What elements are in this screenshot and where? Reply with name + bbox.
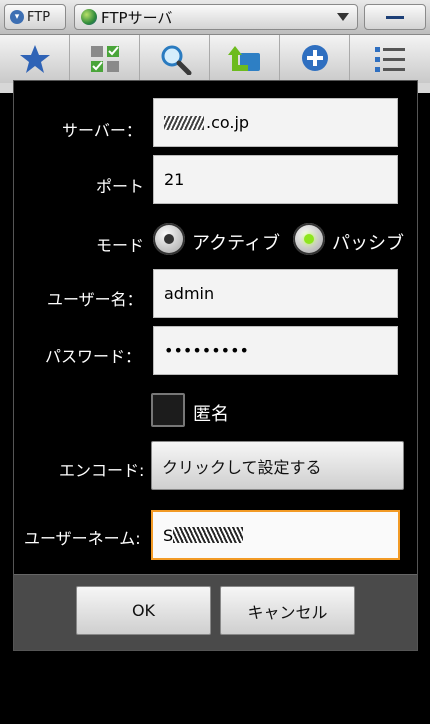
chevron-down-icon — [337, 13, 349, 21]
redacted-text — [164, 115, 204, 130]
mode-active-radio[interactable] — [153, 223, 185, 255]
app-menu-button[interactable]: ▾ FTP — [4, 4, 66, 30]
list-icon — [375, 47, 405, 72]
grid-check-icon — [90, 46, 119, 72]
menu-list-button[interactable] — [350, 35, 430, 83]
anonymous-label: 匿名 — [193, 404, 229, 425]
server-field[interactable]: .co.jp — [153, 98, 398, 147]
username-value: admin — [164, 284, 215, 303]
cancel-label: キャンセル — [247, 602, 328, 622]
search-icon — [161, 45, 191, 75]
minus-icon — [386, 15, 404, 19]
search-button[interactable] — [140, 35, 210, 83]
ok-button[interactable]: OK — [76, 586, 211, 635]
dialog-footer: OK キャンセル — [14, 574, 417, 650]
redacted-text — [173, 527, 244, 543]
mode-active-label: アクティブ — [192, 233, 281, 254]
username-label: ユーザー名： — [47, 290, 143, 309]
parent-folder-button[interactable] — [210, 35, 280, 83]
toolbar — [0, 35, 430, 83]
username2-prefix: S — [163, 525, 174, 545]
app-logo-icon: ▾ — [10, 10, 24, 24]
server-value: .co.jp — [206, 113, 250, 132]
mode-label: モード — [96, 236, 145, 255]
star-icon — [19, 45, 50, 73]
top-bar: ▾ FTP FTPサーバ — [0, 0, 430, 35]
server-dropdown[interactable]: FTPサーバ — [74, 4, 358, 30]
add-button[interactable] — [280, 35, 350, 83]
password-field[interactable]: ••••••••• — [153, 326, 398, 375]
password-label: パスワード： — [45, 347, 142, 366]
select-button[interactable] — [70, 35, 140, 83]
mode-passive-radio[interactable] — [293, 223, 325, 255]
minimize-button[interactable] — [364, 4, 426, 30]
encoding-label: エンコード: — [59, 461, 145, 480]
globe-icon — [81, 9, 97, 25]
port-field[interactable]: 21 — [153, 155, 398, 204]
add-icon — [301, 45, 328, 71]
password-value: ••••••••• — [164, 341, 249, 360]
favorites-button[interactable] — [0, 35, 70, 83]
ftp-server-settings-dialog: サーバー： .co.jp ポート 21 モード アクティブ パッシブ ユーザー名… — [13, 80, 418, 651]
folder-up-icon — [227, 46, 260, 71]
ok-label: OK — [131, 601, 156, 620]
app-label: FTP — [27, 9, 51, 25]
cancel-button[interactable]: キャンセル — [220, 586, 355, 635]
radio-dot-selected — [304, 234, 314, 244]
encoding-button-label: クリックして設定する — [162, 457, 322, 477]
encoding-button[interactable]: クリックして設定する — [151, 441, 404, 490]
port-value: 21 — [164, 170, 185, 189]
username2-field[interactable]: S — [151, 510, 400, 560]
port-label: ポート — [96, 177, 145, 196]
anonymous-checkbox[interactable] — [151, 393, 185, 427]
username2-label: ユーザーネーム: — [24, 529, 141, 548]
mode-passive-label: パッシブ — [332, 233, 404, 254]
username-field[interactable]: admin — [153, 269, 398, 318]
server-label: サーバー： — [62, 121, 142, 140]
server-dropdown-label: FTPサーバ — [101, 8, 173, 27]
radio-dot — [164, 234, 174, 244]
